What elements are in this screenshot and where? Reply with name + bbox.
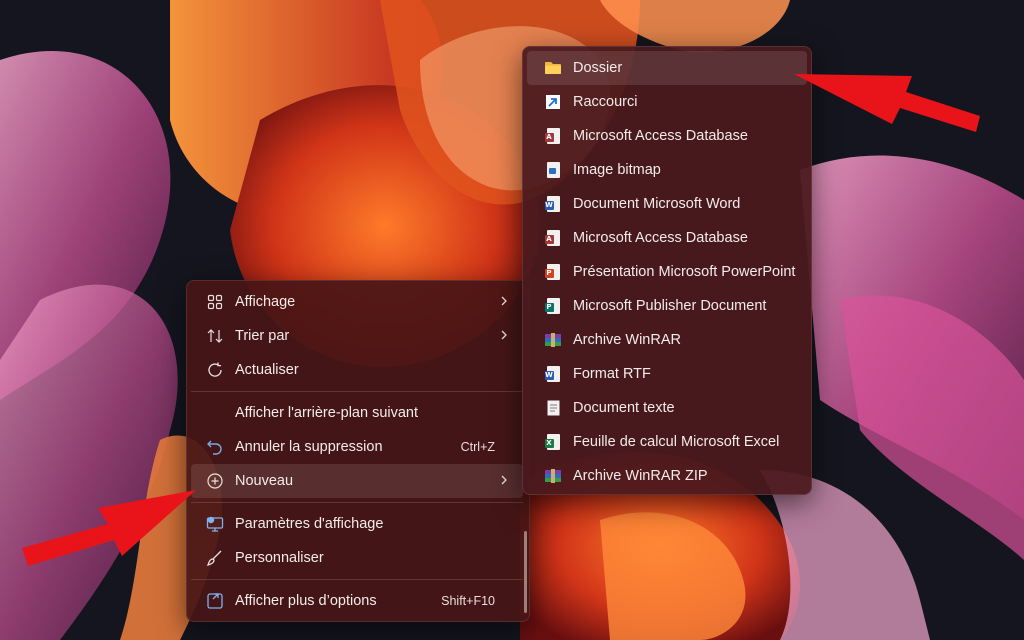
desktop-context-menu: Affichage Trier par Actualiser Afficher … bbox=[186, 280, 530, 622]
powerpoint-file-icon: P bbox=[542, 261, 564, 283]
menu-item-label: Afficher l'arrière-plan suivant bbox=[235, 405, 419, 421]
winrar-zip-icon bbox=[542, 465, 564, 487]
menu-item-label: Trier par bbox=[235, 328, 290, 344]
submenu-item-label: Image bitmap bbox=[573, 162, 661, 178]
menu-separator bbox=[191, 391, 523, 392]
display-settings-icon bbox=[204, 513, 226, 535]
submenu-item-label: Format RTF bbox=[573, 366, 651, 382]
submenu-item-label: Dossier bbox=[573, 60, 623, 76]
submenu-item-label: Microsoft Access Database bbox=[573, 128, 748, 144]
menu-item-parametres-affichage[interactable]: Paramètres d'affichage bbox=[191, 507, 523, 541]
submenu-item-rtf[interactable]: W Format RTF bbox=[527, 357, 807, 391]
submenu-item-label: Présentation Microsoft PowerPoint bbox=[573, 264, 796, 280]
submenu-item-word[interactable]: W Document Microsoft Word bbox=[527, 187, 807, 221]
submenu-item-label: Archive WinRAR bbox=[573, 332, 681, 348]
menu-item-label: Paramètres d'affichage bbox=[235, 516, 384, 532]
more-options-icon bbox=[204, 590, 226, 612]
submenu-item-label: Raccourci bbox=[573, 94, 638, 110]
submenu-item-texte[interactable]: Document texte bbox=[527, 391, 807, 425]
menu-item-label: Afficher plus d’options bbox=[235, 593, 377, 609]
shortcut-text: Ctrl+Z bbox=[460, 440, 495, 454]
shortcut-icon bbox=[542, 91, 564, 113]
menu-item-nouveau[interactable]: Nouveau bbox=[191, 464, 523, 498]
submenu-item-label: Archive WinRAR ZIP bbox=[573, 468, 708, 484]
menu-item-label: Affichage bbox=[235, 294, 296, 310]
submenu-item-raccourci[interactable]: Raccourci bbox=[527, 85, 807, 119]
submenu-item-powerpoint[interactable]: P Présentation Microsoft PowerPoint bbox=[527, 255, 807, 289]
submenu-item-label: Feuille de calcul Microsoft Excel bbox=[573, 434, 780, 450]
menu-item-label: Actualiser bbox=[235, 362, 299, 378]
annotation-arrow-left bbox=[22, 490, 196, 566]
plus-circle-icon bbox=[204, 470, 226, 492]
menu-item-label: Personnaliser bbox=[235, 550, 324, 566]
shortcut-text: Shift+F10 bbox=[441, 594, 495, 608]
publisher-file-icon: P bbox=[542, 295, 564, 317]
menu-item-arriere-plan-suivant[interactable]: Afficher l'arrière-plan suivant bbox=[191, 396, 523, 430]
menu-separator bbox=[191, 502, 523, 503]
submenu-item-winrar[interactable]: Archive WinRAR bbox=[527, 323, 807, 357]
menu-item-actualiser[interactable]: Actualiser bbox=[191, 353, 523, 387]
chevron-right-icon bbox=[499, 473, 509, 491]
submenu-item-bitmap[interactable]: Image bitmap bbox=[527, 153, 807, 187]
sort-icon bbox=[204, 325, 226, 347]
access-file-icon: A bbox=[542, 125, 564, 147]
menu-item-annuler-suppression[interactable]: Annuler la suppression Ctrl+Z bbox=[191, 430, 523, 464]
refresh-icon bbox=[204, 359, 226, 381]
brush-icon bbox=[204, 547, 226, 569]
word-file-icon: W bbox=[542, 193, 564, 215]
submenu-item-dossier[interactable]: Dossier bbox=[527, 51, 807, 85]
menu-item-label: Nouveau bbox=[235, 473, 294, 489]
undo-icon bbox=[204, 436, 226, 458]
submenu-item-access-1[interactable]: A Microsoft Access Database bbox=[527, 119, 807, 153]
excel-file-icon: X bbox=[542, 431, 564, 453]
menu-item-affichage[interactable]: Affichage bbox=[191, 285, 523, 319]
submenu-item-label: Microsoft Publisher Document bbox=[573, 298, 767, 314]
chevron-right-icon bbox=[499, 328, 509, 346]
bitmap-file-icon bbox=[542, 159, 564, 181]
menu-separator bbox=[191, 579, 523, 580]
chevron-right-icon bbox=[499, 294, 509, 312]
access-file-icon: A bbox=[542, 227, 564, 249]
rtf-file-icon: W bbox=[542, 363, 564, 385]
folder-icon bbox=[542, 57, 564, 79]
menu-item-label: Annuler la suppression bbox=[235, 439, 383, 455]
new-submenu: Dossier Raccourci A Microsoft Access Dat… bbox=[522, 46, 812, 495]
submenu-item-label: Document texte bbox=[573, 400, 675, 416]
submenu-item-publisher[interactable]: P Microsoft Publisher Document bbox=[527, 289, 807, 323]
grid-icon bbox=[204, 291, 226, 313]
text-file-icon bbox=[542, 397, 564, 419]
winrar-icon bbox=[542, 329, 564, 351]
menu-item-plus-options[interactable]: Afficher plus d’options Shift+F10 bbox=[191, 584, 523, 618]
submenu-item-label: Document Microsoft Word bbox=[573, 196, 741, 212]
submenu-item-access-2[interactable]: A Microsoft Access Database bbox=[527, 221, 807, 255]
submenu-item-winrar-zip[interactable]: Archive WinRAR ZIP bbox=[527, 459, 807, 493]
menu-item-trier-par[interactable]: Trier par bbox=[191, 319, 523, 353]
submenu-item-excel[interactable]: X Feuille de calcul Microsoft Excel bbox=[527, 425, 807, 459]
menu-item-personnaliser[interactable]: Personnaliser bbox=[191, 541, 523, 575]
annotation-arrow-right bbox=[794, 74, 980, 132]
submenu-item-label: Microsoft Access Database bbox=[573, 230, 748, 246]
scrollbar[interactable] bbox=[524, 531, 527, 613]
